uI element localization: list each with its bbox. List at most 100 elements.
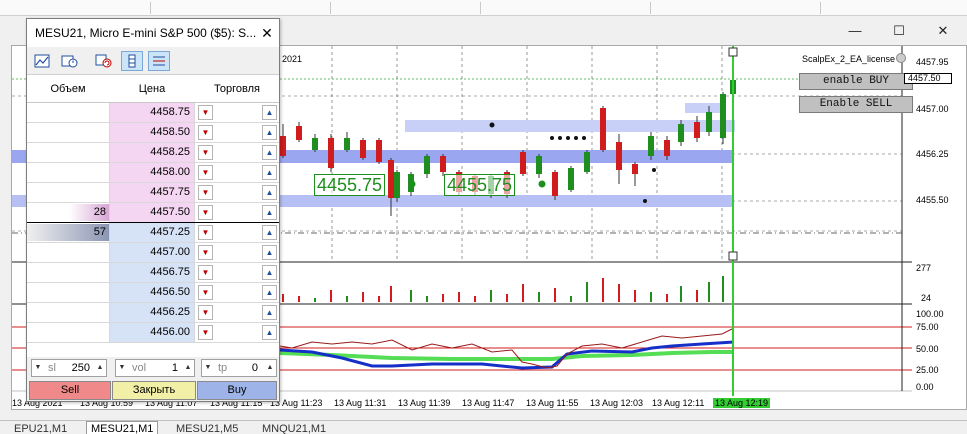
close-button[interactable]: ✕ bbox=[932, 21, 954, 41]
dom-row[interactable]: 4458.00 ▼ ▲ bbox=[27, 163, 279, 183]
spin-up-arrow[interactable]: ▲ bbox=[182, 360, 194, 376]
spin-down-arrow[interactable]: ▼ bbox=[202, 360, 214, 376]
volume-cell bbox=[27, 163, 109, 182]
buy-limit-arrow-icon[interactable]: ▲ bbox=[262, 265, 277, 280]
settings-clock-icon bbox=[61, 55, 78, 68]
bars-view-button[interactable] bbox=[121, 51, 143, 71]
buy-limit-arrow-icon[interactable]: ▲ bbox=[262, 185, 277, 200]
tab-mesu21-m5[interactable]: MESU21,M5 bbox=[172, 423, 242, 434]
dom-title: MESU21, Micro E-mini S&P 500 ($5): S... bbox=[35, 26, 257, 40]
dom-row[interactable]: 4456.00 ▼ ▲ bbox=[27, 323, 279, 343]
stop-loss-value[interactable]: 250 bbox=[62, 362, 90, 374]
price-axis-label: 4457.00 bbox=[916, 104, 949, 114]
stop-loss-spinner[interactable]: ▼ sl 250 ▲ bbox=[31, 359, 107, 377]
price-cell[interactable]: 4457.00 bbox=[109, 243, 195, 262]
buy-limit-arrow-icon[interactable]: ▲ bbox=[262, 125, 277, 140]
buy-limit-arrow-icon[interactable]: ▲ bbox=[262, 225, 277, 240]
sell-limit-arrow-icon[interactable]: ▼ bbox=[198, 165, 213, 180]
dom-row[interactable]: 4456.75 ▼ ▲ bbox=[27, 263, 279, 283]
refresh-icon bbox=[95, 54, 112, 68]
dom-row[interactable]: 4457.75 ▼ ▲ bbox=[27, 183, 279, 203]
resistance-zone bbox=[405, 120, 735, 132]
chart-toggle-button[interactable] bbox=[31, 51, 53, 71]
volume-cell bbox=[27, 103, 109, 122]
tab-epu21-m1[interactable]: EPU21,M1 bbox=[10, 423, 71, 434]
sell-limit-arrow-icon[interactable]: ▼ bbox=[198, 205, 213, 220]
dom-row[interactable]: 4458.50 ▼ ▲ bbox=[27, 123, 279, 143]
maximize-button[interactable]: ☐ bbox=[888, 21, 910, 41]
dom-row[interactable]: 57 4457.25 ▼ ▲ bbox=[27, 223, 279, 243]
sell-limit-arrow-icon[interactable]: ▼ bbox=[198, 325, 213, 340]
sell-limit-arrow-icon[interactable]: ▼ bbox=[198, 305, 213, 320]
sell-limit-arrow-icon[interactable]: ▼ bbox=[198, 105, 213, 120]
price-axis-label: 4456.25 bbox=[916, 149, 949, 159]
price-cell[interactable]: 4458.50 bbox=[109, 123, 195, 142]
sell-limit-arrow-icon[interactable]: ▼ bbox=[198, 185, 213, 200]
volume-cell bbox=[27, 283, 109, 302]
spin-down-arrow[interactable]: ▼ bbox=[32, 360, 44, 376]
current-time-label: 13 Aug 12:19 bbox=[713, 398, 771, 408]
volume-cell bbox=[27, 263, 109, 282]
osc-axis-label: 0.00 bbox=[916, 382, 934, 392]
osc-axis-label: 100.00 bbox=[916, 309, 944, 319]
take-profit-value[interactable]: 0 bbox=[234, 362, 258, 374]
enable-buy-button[interactable]: enable BUY bbox=[799, 73, 913, 90]
price-cell[interactable]: 4456.25 bbox=[109, 303, 195, 322]
sell-limit-arrow-icon[interactable]: ▼ bbox=[198, 265, 213, 280]
spin-up-arrow[interactable]: ▲ bbox=[94, 360, 106, 376]
sell-limit-arrow-icon[interactable]: ▼ bbox=[198, 145, 213, 160]
price-cell[interactable]: 4456.00 bbox=[109, 323, 195, 342]
buy-limit-arrow-icon[interactable]: ▲ bbox=[262, 245, 277, 260]
depth-of-market-window[interactable]: MESU21, Micro E-mini S&P 500 ($5): S... … bbox=[26, 18, 280, 402]
buy-limit-arrow-icon[interactable]: ▲ bbox=[262, 305, 277, 320]
spin-down-arrow[interactable]: ▼ bbox=[116, 360, 128, 376]
volume-value[interactable]: 1 bbox=[152, 362, 178, 374]
dom-row[interactable]: 4456.25 ▼ ▲ bbox=[27, 303, 279, 323]
buy-limit-arrow-icon[interactable]: ▲ bbox=[262, 325, 277, 340]
dom-order-params: ▼ sl 250 ▲ ▼ vol 1 ▲ ▼ tp 0 ▲ bbox=[27, 357, 279, 379]
upper-zone bbox=[685, 103, 725, 113]
price-cell[interactable]: 4458.00 bbox=[109, 163, 195, 182]
dom-row[interactable]: 4458.75 ▼ ▲ bbox=[27, 103, 279, 123]
dom-row[interactable]: 4457.00 ▼ ▲ bbox=[27, 243, 279, 263]
price-cell[interactable]: 4457.50 bbox=[109, 203, 195, 222]
volume-cell bbox=[27, 303, 109, 322]
dom-row[interactable]: 28 4457.50 ▼ ▲ bbox=[27, 203, 279, 223]
minimize-button[interactable]: — bbox=[844, 21, 866, 41]
dom-row[interactable]: 4456.50 ▼ ▲ bbox=[27, 283, 279, 303]
buy-limit-arrow-icon[interactable]: ▲ bbox=[262, 145, 277, 160]
price-cell[interactable]: 4458.25 bbox=[109, 143, 195, 162]
price-cell[interactable]: 4456.75 bbox=[109, 263, 195, 282]
buy-limit-arrow-icon[interactable]: ▲ bbox=[262, 285, 277, 300]
list-view-button[interactable] bbox=[148, 51, 170, 71]
buy-limit-arrow-icon[interactable]: ▲ bbox=[262, 105, 277, 120]
price-cell[interactable]: 4456.50 bbox=[109, 283, 195, 302]
take-profit-spinner[interactable]: ▼ tp 0 ▲ bbox=[201, 359, 277, 377]
tab-mnqu21-m1[interactable]: MNQU21,M1 bbox=[258, 423, 330, 434]
close-position-button[interactable]: Закрыть bbox=[112, 381, 196, 400]
volume-cell bbox=[27, 323, 109, 342]
spin-up-arrow[interactable]: ▲ bbox=[264, 360, 276, 376]
sell-limit-arrow-icon[interactable]: ▼ bbox=[198, 125, 213, 140]
buy-limit-arrow-icon[interactable]: ▲ bbox=[262, 205, 277, 220]
trade-column-header: Торговля bbox=[214, 83, 260, 95]
buy-button[interactable]: Buy bbox=[197, 381, 277, 400]
dom-title-bar[interactable]: MESU21, Micro E-mini S&P 500 ($5): S... … bbox=[27, 19, 279, 47]
refresh-button[interactable] bbox=[93, 51, 115, 71]
sell-limit-arrow-icon[interactable]: ▼ bbox=[198, 245, 213, 260]
sell-limit-arrow-icon[interactable]: ▼ bbox=[198, 285, 213, 300]
tab-mesu21-m1[interactable]: MESU21,M1 bbox=[86, 421, 159, 434]
price-cell[interactable]: 4457.25 bbox=[109, 223, 195, 242]
dom-close-button[interactable]: ✕ bbox=[257, 23, 277, 43]
settings-button[interactable] bbox=[59, 51, 81, 71]
price-cell[interactable]: 4457.75 bbox=[109, 183, 195, 202]
time-axis-label: 13 Aug 11:47 bbox=[462, 398, 515, 408]
dom-row[interactable]: 4458.25 ▼ ▲ bbox=[27, 143, 279, 163]
volume-spinner[interactable]: ▼ vol 1 ▲ bbox=[115, 359, 195, 377]
buy-limit-arrow-icon[interactable]: ▲ bbox=[262, 165, 277, 180]
sell-button[interactable]: Sell bbox=[29, 381, 111, 400]
price-cell[interactable]: 4458.75 bbox=[109, 103, 195, 122]
enable-sell-button[interactable]: Enable SELL bbox=[799, 96, 913, 113]
sell-limit-arrow-icon[interactable]: ▼ bbox=[198, 225, 213, 240]
osc-axis-label: 25.00 bbox=[916, 365, 939, 375]
